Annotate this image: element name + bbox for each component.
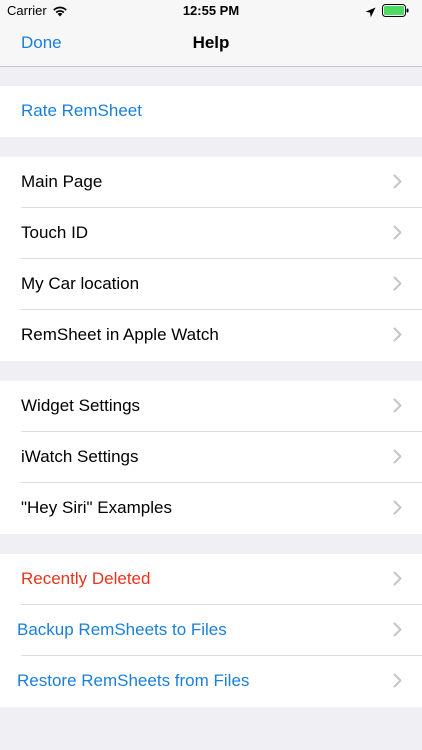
rate-section: Rate RemSheet bbox=[0, 86, 422, 137]
my-car-location-row[interactable]: My Car location bbox=[0, 259, 422, 310]
iwatch-settings-row[interactable]: iWatch Settings bbox=[0, 432, 422, 483]
apple-watch-label: RemSheet in Apple Watch bbox=[21, 325, 219, 344]
page-title: Help bbox=[192, 33, 230, 52]
chevron-right-icon bbox=[393, 500, 402, 520]
chevron-right-icon bbox=[393, 398, 402, 418]
recently-deleted-label: Recently Deleted bbox=[21, 569, 151, 588]
status-time: 12:55 PM bbox=[182, 3, 240, 18]
backup-remsheets-label: Backup RemSheets to Files bbox=[17, 620, 227, 639]
status-bar: Carrier 12:55 PM bbox=[0, 0, 422, 22]
settings-section: Widget Settings iWatch Settings "Hey Sir… bbox=[0, 381, 422, 534]
my-car-location-label: My Car location bbox=[21, 274, 140, 293]
hey-siri-examples-label: "Hey Siri" Examples bbox=[21, 498, 172, 517]
restore-remsheets-label: Restore RemSheets from Files bbox=[17, 671, 250, 690]
chevron-right-icon bbox=[393, 327, 402, 347]
touch-id-label: Touch ID bbox=[21, 223, 89, 242]
widget-settings-row[interactable]: Widget Settings bbox=[0, 381, 422, 432]
rate-remsheet-row[interactable]: Rate RemSheet bbox=[0, 86, 422, 137]
chevron-right-icon bbox=[393, 225, 402, 245]
chevron-right-icon bbox=[393, 622, 402, 642]
apple-watch-row[interactable]: RemSheet in Apple Watch bbox=[0, 310, 422, 361]
iwatch-settings-label: iWatch Settings bbox=[21, 447, 139, 466]
chevron-right-icon bbox=[393, 276, 402, 296]
help-topics-section: Main Page Touch ID My Car location RemSh… bbox=[0, 157, 422, 361]
battery-icon bbox=[382, 4, 409, 22]
chevron-right-icon bbox=[393, 174, 402, 194]
chevron-right-icon bbox=[393, 571, 402, 591]
navigation-bar: Done Help bbox=[0, 22, 422, 67]
hey-siri-examples-row[interactable]: "Hey Siri" Examples bbox=[0, 483, 422, 534]
data-section: Recently Deleted Backup RemSheets to Fil… bbox=[0, 554, 422, 707]
widget-settings-label: Widget Settings bbox=[21, 396, 141, 415]
touch-id-row[interactable]: Touch ID bbox=[0, 208, 422, 259]
restore-remsheets-row[interactable]: Restore RemSheets from Files bbox=[0, 656, 422, 707]
rate-remsheet-label: Rate RemSheet bbox=[21, 101, 142, 120]
main-page-label: Main Page bbox=[21, 172, 103, 191]
recently-deleted-row[interactable]: Recently Deleted bbox=[0, 554, 422, 605]
chevron-right-icon bbox=[393, 449, 402, 469]
main-page-row[interactable]: Main Page bbox=[0, 157, 422, 208]
backup-remsheets-row[interactable]: Backup RemSheets to Files bbox=[0, 605, 422, 656]
chevron-right-icon bbox=[393, 673, 402, 693]
location-arrow-icon bbox=[365, 5, 376, 23]
